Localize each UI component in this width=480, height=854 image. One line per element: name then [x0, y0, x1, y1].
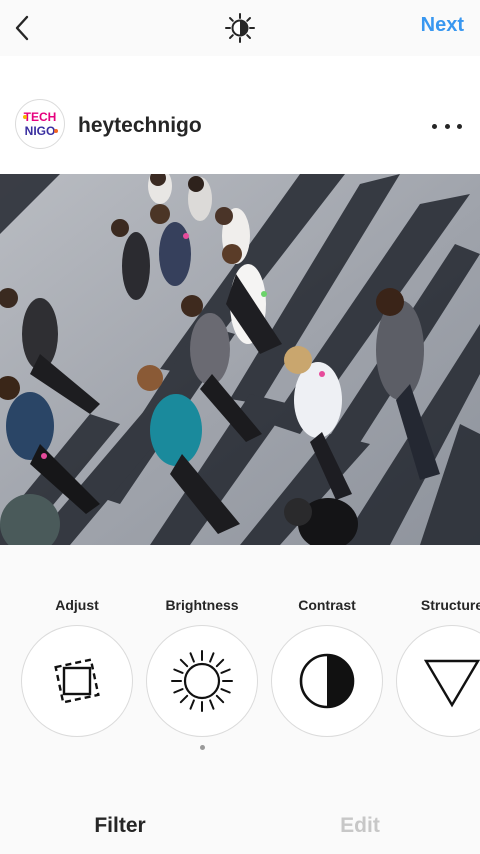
more-options-button[interactable] [432, 116, 462, 136]
tool-label: Structure [420, 597, 480, 613]
brightness-icon [171, 650, 233, 712]
photo-preview [0, 174, 480, 545]
adjust-icon [54, 658, 100, 704]
username[interactable]: heytechnigo [78, 114, 202, 138]
svg-text:NIGO: NIGO [25, 124, 56, 138]
lux-sun-icon [225, 13, 255, 43]
tab-edit[interactable]: Edit [240, 814, 480, 838]
tab-filter[interactable]: Filter [0, 814, 240, 838]
post-header: TECH NIGO heytechnigo [0, 56, 480, 174]
structure-icon [423, 659, 480, 708]
page-indicator-dot [200, 745, 205, 750]
group-photo-illustration [0, 174, 480, 545]
next-button[interactable]: Next [421, 14, 464, 37]
back-button[interactable] [4, 8, 40, 48]
tool-label: Contrast [298, 597, 356, 613]
avatar[interactable]: TECH NIGO [15, 99, 65, 149]
bottom-tab-bar: Filter Edit [0, 790, 480, 854]
tool-label: Adjust [55, 597, 99, 613]
technigo-logo: TECH NIGO [23, 110, 58, 138]
contrast-icon [299, 653, 355, 709]
edit-tools-panel: Adjust Brightness Contrast Structure [0, 545, 480, 790]
more-options-icon [432, 123, 437, 129]
lux-button[interactable] [220, 10, 260, 46]
chevron-left-icon [15, 15, 29, 41]
top-nav-bar: Next [0, 0, 480, 56]
svg-text:TECH: TECH [24, 110, 57, 124]
tool-label: Brightness [165, 597, 239, 613]
